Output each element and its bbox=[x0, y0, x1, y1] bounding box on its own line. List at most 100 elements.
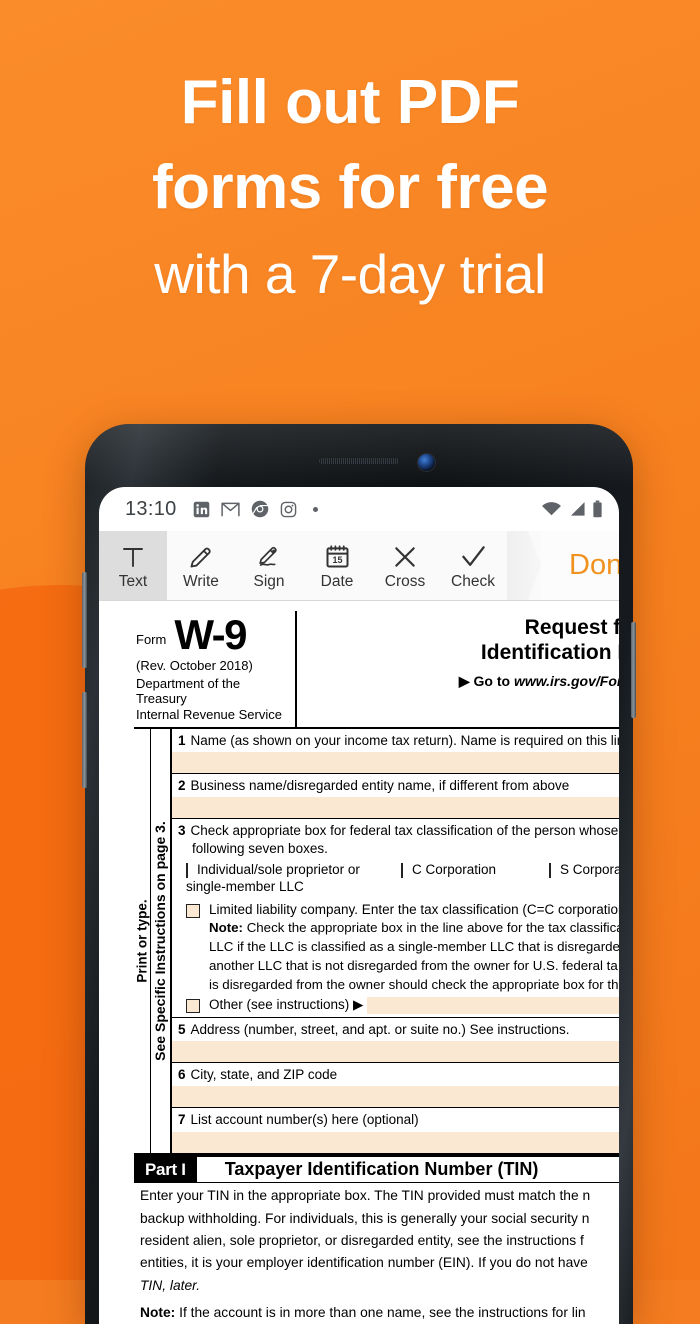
w9-header: Form W-9 (Rev. October 2018) Department … bbox=[134, 611, 619, 729]
cross-icon bbox=[392, 542, 418, 572]
checkbox-c-corporation[interactable]: C Corporation bbox=[401, 862, 549, 879]
tool-cross[interactable]: Cross bbox=[371, 531, 439, 600]
linkedin-icon bbox=[193, 501, 210, 518]
part-1-badge: Part I bbox=[134, 1156, 197, 1183]
toolbar-chevron-divider bbox=[507, 531, 541, 600]
line-5-label: Address (number, street, and apt. or sui… bbox=[190, 1021, 570, 1037]
line-5-input[interactable] bbox=[172, 1041, 619, 1063]
w9-header-right: Request f Identification Num ▶ Go to www… bbox=[297, 611, 619, 727]
line-6-number: 6 bbox=[178, 1067, 186, 1083]
line-2-label: Business name/disregarded entity name, i… bbox=[190, 778, 570, 794]
volume-up-button[interactable] bbox=[82, 572, 87, 668]
form-dept-line-1: Department of the Treasury bbox=[136, 675, 241, 706]
w9-line-3: 3 Check appropriate box for federal tax c… bbox=[172, 819, 619, 1018]
phone-mockup: 13:10 Text Write Sign 15 Date Cross Chec… bbox=[82, 424, 636, 1324]
system-status-icons bbox=[541, 500, 603, 518]
phone-screen: 13:10 Text Write Sign 15 Date Cross Chec… bbox=[99, 487, 619, 1324]
signature-icon bbox=[256, 542, 283, 572]
w9-line-2: 2 Business name/disregarded entity name, … bbox=[172, 774, 619, 820]
part-1-paragraph: Enter your TIN in the appropriate box. T… bbox=[134, 1183, 619, 1322]
pdf-document-view[interactable]: Form W-9 (Rev. October 2018) Department … bbox=[99, 601, 619, 1324]
calendar-icon: 15 bbox=[325, 542, 350, 572]
checkbox-llc-box[interactable] bbox=[186, 903, 200, 918]
form-word-label: Form bbox=[136, 632, 167, 648]
note-label-1: Note: bbox=[209, 920, 243, 936]
tool-sign[interactable]: Sign bbox=[235, 531, 303, 600]
line-3-note-2: LLC if the LLC is classified as a single… bbox=[209, 939, 619, 954]
line-7-input[interactable] bbox=[172, 1131, 619, 1153]
tool-sign-label: Sign bbox=[253, 572, 285, 590]
status-bar-clock: 13:10 bbox=[125, 497, 177, 520]
checkbox-s-corporation[interactable]: S Corporat bbox=[549, 862, 619, 879]
earpiece-speaker-icon bbox=[319, 458, 399, 464]
w9-line-6: 6 City, state, and ZIP code bbox=[172, 1063, 619, 1109]
part-1-para-2: backup withholding. For individuals, thi… bbox=[140, 1210, 590, 1226]
line-3-label-a: Check appropriate box for federal tax cl… bbox=[190, 823, 619, 839]
checkbox-other-box[interactable] bbox=[186, 999, 200, 1014]
line-6-label: City, state, and ZIP code bbox=[190, 1067, 338, 1083]
line-3-note-4: is disregarded from the owner should che… bbox=[209, 976, 619, 992]
headline: Fill out PDF forms for free with a 7-day… bbox=[0, 60, 700, 318]
headline-line-1: Fill out PDF bbox=[180, 68, 520, 137]
line-3-label-b: following seven boxes. bbox=[192, 840, 328, 856]
w9-form: Form W-9 (Rev. October 2018) Department … bbox=[134, 611, 619, 1322]
cellular-signal-icon bbox=[568, 501, 586, 517]
tool-cross-label: Cross bbox=[384, 572, 426, 590]
print-or-type-label: Print or type. bbox=[134, 899, 150, 983]
w9-header-left: Form W-9 (Rev. October 2018) Department … bbox=[134, 611, 297, 727]
checkbox-individual-label: Individual/sole proprietor or single-mem… bbox=[186, 861, 360, 894]
pencil-icon bbox=[188, 542, 214, 572]
bottom-note-text: If the account is in more than one name,… bbox=[179, 1305, 586, 1321]
tool-write[interactable]: Write bbox=[167, 531, 235, 600]
checkbox-individual[interactable]: Individual/sole proprietor or single-mem… bbox=[186, 862, 401, 896]
line-3-checkbox-row: Individual/sole proprietor or single-mem… bbox=[178, 857, 619, 900]
checkbox-s-corporation-label: S Corporat bbox=[560, 861, 619, 877]
w9-line-7: 7 List account number(s) here (optional) bbox=[172, 1108, 619, 1153]
form-title-line-1: Request f bbox=[524, 616, 619, 639]
tool-write-label: Write bbox=[183, 572, 219, 590]
line-7-label: List account number(s) here (optional) bbox=[190, 1112, 419, 1128]
checkbox-llc-label: Limited liability company. Enter the tax… bbox=[209, 901, 619, 917]
status-bar: 13:10 bbox=[99, 487, 619, 531]
volume-down-button[interactable] bbox=[82, 692, 87, 788]
chrome-icon bbox=[251, 500, 269, 518]
power-button[interactable] bbox=[631, 622, 636, 718]
other-input[interactable] bbox=[367, 996, 619, 1014]
text-tool-icon bbox=[121, 542, 145, 572]
line-2-input[interactable] bbox=[172, 797, 619, 819]
line-3-note-1: Note: Check the appropriate box in the l… bbox=[209, 920, 619, 936]
headline-line-2: forms for free bbox=[151, 153, 549, 222]
line-3-note-3: another LLC that is not disregarded from… bbox=[209, 957, 618, 973]
notification-icons bbox=[193, 500, 318, 518]
svg-text:15: 15 bbox=[332, 555, 342, 565]
line-3-llc-row[interactable]: Limited liability company. Enter the tax… bbox=[178, 900, 619, 919]
line-7-number: 7 bbox=[178, 1112, 186, 1128]
form-goto-line: ▶ Go to www.irs.gov/FormW9 for i bbox=[311, 673, 619, 691]
part-1-title: Taxpayer Identification Number (TIN) bbox=[224, 1159, 539, 1180]
margin-see-specific: See Specific Instructions on page 3. bbox=[151, 728, 172, 1153]
line-3-other-row[interactable]: Other (see instructions) ▶ bbox=[178, 995, 619, 1017]
part-1-para-5: TIN, later. bbox=[140, 1277, 201, 1293]
tool-date[interactable]: 15 Date bbox=[303, 531, 371, 600]
instagram-icon bbox=[280, 501, 297, 518]
checkbox-other-label: Other (see instructions) ▶ bbox=[209, 997, 364, 1013]
line-1-label: Name (as shown on your income tax return… bbox=[190, 732, 619, 748]
gmail-icon bbox=[220, 502, 240, 517]
wifi-icon bbox=[541, 501, 562, 517]
line-1-input[interactable] bbox=[172, 752, 619, 774]
check-icon bbox=[460, 542, 487, 572]
more-dot-icon bbox=[312, 506, 318, 512]
tool-check[interactable]: Check bbox=[439, 531, 507, 600]
tool-text[interactable]: Text bbox=[99, 531, 167, 600]
done-button[interactable]: Done bbox=[541, 531, 619, 600]
checkbox-c-corporation-box[interactable] bbox=[401, 862, 403, 878]
line-3-number: 3 bbox=[178, 823, 186, 839]
front-camera-icon bbox=[418, 454, 435, 471]
checkbox-s-corporation-box[interactable] bbox=[549, 862, 551, 878]
headline-line-3: with a 7-day trial bbox=[154, 243, 546, 305]
line-6-input[interactable] bbox=[172, 1086, 619, 1108]
bottom-note-label: Note: bbox=[140, 1305, 176, 1321]
part-1-para-4: entities, it is your employer identifica… bbox=[140, 1255, 588, 1271]
w9-line-1: 1 Name (as shown on your income tax retur… bbox=[172, 729, 619, 775]
checkbox-individual-box[interactable] bbox=[186, 862, 188, 878]
